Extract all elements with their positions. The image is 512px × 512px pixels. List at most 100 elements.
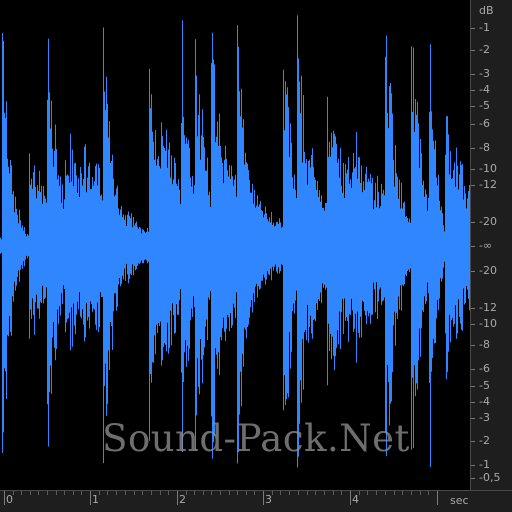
time-minor-tick bbox=[64, 491, 65, 495]
db-tick bbox=[471, 441, 475, 442]
time-label: 3 bbox=[265, 493, 272, 506]
time-minor-tick bbox=[134, 491, 135, 495]
time-minor-tick bbox=[220, 491, 221, 495]
time-minor-tick bbox=[116, 491, 117, 495]
time-minor-tick bbox=[99, 491, 100, 495]
time-minor-tick bbox=[107, 491, 108, 495]
time-minor-tick bbox=[246, 491, 247, 495]
time-unit-label: sec bbox=[450, 494, 469, 507]
db-label-upper: -5 bbox=[479, 99, 490, 112]
db-label-upper: -1 bbox=[479, 21, 490, 34]
db-tick bbox=[471, 386, 475, 387]
waveform-view[interactable] bbox=[0, 0, 470, 490]
db-tick bbox=[471, 124, 475, 125]
db-label-lower: -1 bbox=[479, 458, 490, 471]
time-minor-tick bbox=[254, 491, 255, 495]
time-minor-tick bbox=[38, 491, 39, 495]
db-tick bbox=[471, 222, 475, 223]
time-minor-tick bbox=[298, 491, 299, 495]
db-scale-ruler: dB -1 -2 -3 -4 -5 -6 -8 -10 -12 -20 -∞ -… bbox=[470, 0, 512, 490]
db-label-upper: -3 bbox=[479, 67, 490, 80]
time-minor-tick bbox=[186, 491, 187, 495]
time-minor-tick bbox=[367, 491, 368, 495]
time-label: 0 bbox=[6, 493, 13, 506]
db-tick bbox=[471, 246, 475, 247]
time-minor-tick bbox=[81, 491, 82, 495]
db-label-lower: -8 bbox=[479, 338, 490, 351]
db-label-upper: -10 bbox=[479, 162, 497, 175]
time-minor-tick bbox=[289, 491, 290, 495]
db-label-upper: -8 bbox=[479, 141, 490, 154]
db-tick bbox=[471, 50, 475, 51]
time-minor-tick bbox=[160, 491, 161, 495]
db-label-lower: -6 bbox=[479, 362, 490, 375]
time-label: 1 bbox=[92, 493, 99, 506]
db-label-upper: -6 bbox=[479, 117, 490, 130]
time-minor-tick bbox=[30, 491, 31, 495]
time-minor-tick bbox=[237, 491, 238, 495]
db-label-upper: -4 bbox=[479, 83, 490, 96]
time-minor-tick bbox=[324, 491, 325, 495]
time-minor-tick bbox=[385, 491, 386, 495]
time-minor-tick bbox=[333, 491, 334, 495]
db-tick bbox=[471, 478, 475, 479]
time-minor-tick bbox=[376, 491, 377, 495]
db-tick bbox=[471, 369, 475, 370]
time-minor-tick bbox=[307, 491, 308, 495]
time-ruler[interactable]: 0 1 2 3 4 sec bbox=[0, 490, 512, 512]
time-tick bbox=[437, 491, 438, 505]
time-tick bbox=[350, 491, 351, 505]
time-minor-tick bbox=[21, 491, 22, 495]
db-tick bbox=[471, 308, 475, 309]
time-minor-tick bbox=[280, 491, 281, 495]
time-label: 2 bbox=[179, 493, 186, 506]
time-minor-tick bbox=[194, 491, 195, 495]
db-unit-label: dB bbox=[479, 4, 494, 17]
waveform-peaks bbox=[0, 15, 470, 468]
db-label-lower: -2 bbox=[479, 434, 490, 447]
time-tick bbox=[90, 491, 91, 505]
audio-editor: dB -1 -2 -3 -4 -5 -6 -8 -10 -12 -20 -∞ -… bbox=[0, 0, 512, 512]
db-label-center: -∞ bbox=[479, 239, 493, 252]
time-tick bbox=[4, 491, 5, 505]
time-minor-tick bbox=[168, 491, 169, 495]
time-tick bbox=[263, 491, 264, 505]
db-label-upper: -12 bbox=[479, 178, 497, 191]
db-tick bbox=[471, 402, 475, 403]
db-tick bbox=[471, 324, 475, 325]
db-label-lower: -3 bbox=[479, 411, 490, 424]
db-tick bbox=[471, 74, 475, 75]
db-tick bbox=[471, 148, 475, 149]
db-label-lower: -20 bbox=[479, 264, 497, 277]
db-label-upper: -20 bbox=[479, 215, 497, 228]
waveform-path bbox=[0, 15, 470, 468]
time-minor-tick bbox=[411, 491, 412, 495]
time-minor-tick bbox=[125, 491, 126, 495]
db-tick bbox=[471, 271, 475, 272]
db-tick bbox=[471, 418, 475, 419]
db-tick bbox=[471, 28, 475, 29]
db-tick bbox=[471, 345, 475, 346]
db-tick bbox=[471, 185, 475, 186]
time-minor-tick bbox=[428, 491, 429, 495]
time-minor-tick bbox=[315, 491, 316, 495]
time-minor-tick bbox=[142, 491, 143, 495]
time-minor-tick bbox=[394, 491, 395, 495]
time-minor-tick bbox=[47, 491, 48, 495]
time-tick bbox=[177, 491, 178, 505]
db-tick bbox=[471, 465, 475, 466]
time-minor-tick bbox=[359, 491, 360, 495]
time-minor-tick bbox=[341, 491, 342, 495]
time-minor-tick bbox=[211, 491, 212, 495]
time-minor-tick bbox=[13, 491, 14, 495]
time-minor-tick bbox=[203, 491, 204, 495]
db-tick bbox=[471, 90, 475, 91]
waveform-svg[interactable] bbox=[0, 0, 470, 490]
db-label-lower: -10 bbox=[479, 317, 497, 330]
db-label-upper: -2 bbox=[479, 43, 490, 56]
db-label-lower: -12 bbox=[479, 301, 497, 314]
time-minor-tick bbox=[151, 491, 152, 495]
time-minor-tick bbox=[229, 491, 230, 495]
db-label-lower: -0,5 bbox=[479, 471, 501, 484]
time-minor-tick bbox=[56, 491, 57, 495]
